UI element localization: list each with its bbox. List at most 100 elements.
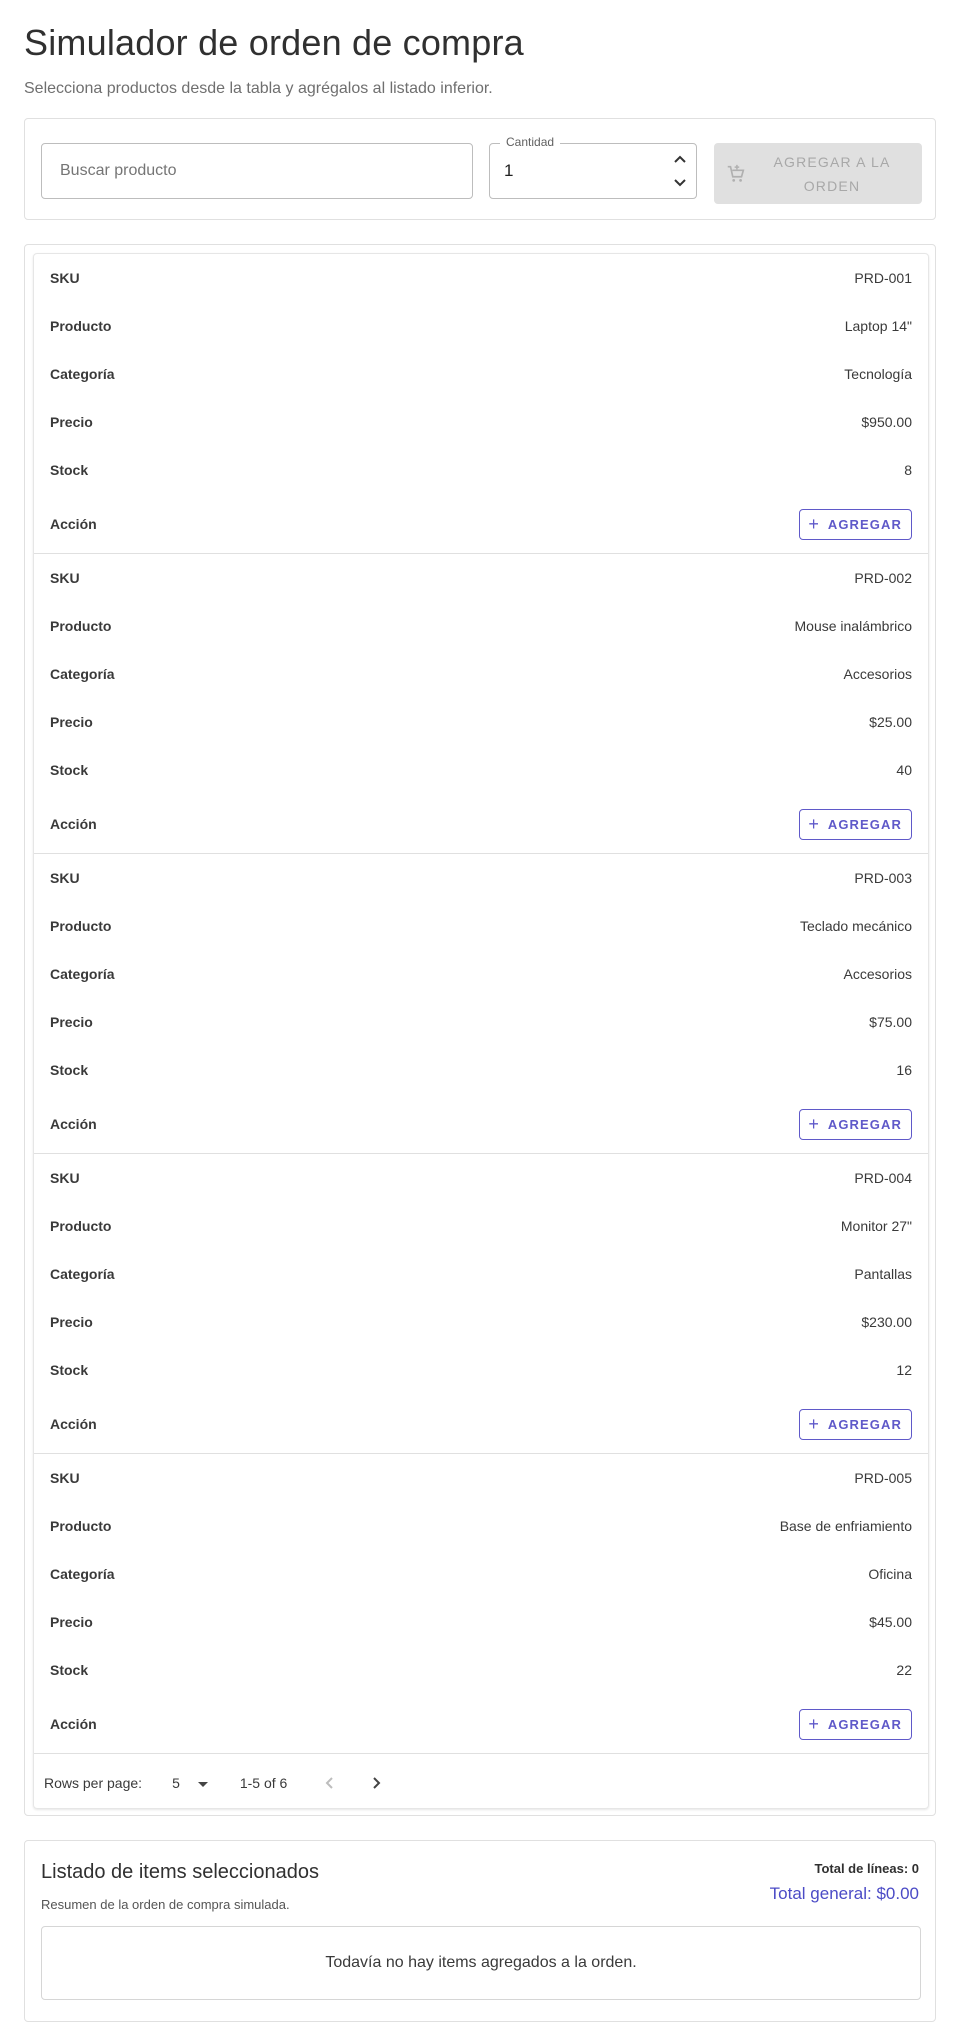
field-label-accion: Acción [50, 1416, 97, 1432]
field-label-sku: SKU [50, 870, 80, 886]
field-label-producto: Producto [50, 1218, 112, 1234]
field-label-accion: Acción [50, 816, 97, 832]
field-value-stock: 22 [896, 1662, 912, 1678]
field-row-sku: SKU PRD-003 [34, 854, 928, 902]
field-value-producto: Mouse inalámbrico [794, 618, 913, 634]
add-product-button[interactable]: + AGREGAR [799, 1408, 912, 1440]
field-value-sku: PRD-004 [854, 1170, 912, 1186]
field-row-sku: SKU PRD-005 [34, 1454, 928, 1502]
page-title: Simulador de orden de compra [24, 22, 524, 63]
quantity-field[interactable]: Cantidad 1 [489, 135, 697, 199]
add-product-button[interactable]: + AGREGAR [799, 1108, 912, 1140]
field-label-stock: Stock [50, 1062, 89, 1078]
add-to-order-button[interactable]: AGREGAR A LA ORDEN [714, 143, 922, 204]
chevron-up-icon[interactable] [670, 150, 690, 168]
plus-icon: + [808, 1714, 819, 1734]
page-subtitle: Selecciona productos desde la tabla y ag… [24, 80, 493, 97]
add-product-button[interactable]: + AGREGAR [799, 808, 912, 840]
field-row-precio: Precio $45.00 [34, 1598, 928, 1646]
field-value-precio: $950.00 [861, 414, 912, 430]
field-row-stock: Stock 22 [34, 1646, 928, 1694]
field-label-stock: Stock [50, 462, 89, 478]
field-label-stock: Stock [50, 1362, 89, 1378]
field-value-sku: PRD-003 [854, 870, 912, 886]
field-label-accion: Acción [50, 516, 97, 532]
field-label-precio: Precio [50, 1014, 93, 1030]
field-row-sku: SKU PRD-002 [34, 554, 928, 602]
field-row-producto: Producto Monitor 27" [34, 1202, 928, 1250]
add-product-button[interactable]: + AGREGAR [799, 508, 912, 540]
search-field [41, 143, 473, 199]
field-label-categoria: Categoría [50, 666, 115, 682]
field-row-stock: Stock 40 [34, 746, 928, 794]
field-value-stock: 40 [896, 762, 912, 778]
field-row-accion: Acción + AGREGAR [34, 1094, 928, 1154]
field-value-categoria: Pantallas [854, 1266, 912, 1282]
pagination: Rows per page: 5 1-5 of 6 [34, 1758, 928, 1808]
field-row-producto: Producto Laptop 14" [34, 302, 928, 350]
field-row-categoria: Categoría Tecnología [34, 350, 928, 398]
search-input[interactable] [42, 144, 472, 198]
field-row-accion: Acción + AGREGAR [34, 794, 928, 854]
field-row-accion: Acción + AGREGAR [34, 1394, 928, 1454]
field-row-stock: Stock 8 [34, 446, 928, 494]
field-row-categoria: Categoría Pantallas [34, 1250, 928, 1298]
products-table: Rows per page: 5 1-5 of 6 SKU PRD-001 Prod… [33, 253, 929, 1809]
field-label-categoria: Categoría [50, 366, 115, 382]
field-label-producto: Producto [50, 318, 112, 334]
field-value-precio: $45.00 [869, 1614, 912, 1630]
field-row-precio: Precio $230.00 [34, 1298, 928, 1346]
plus-icon: + [808, 1114, 819, 1134]
chevron-down-icon[interactable] [670, 174, 690, 192]
field-label-producto: Producto [50, 918, 112, 934]
page: Simulador de orden de compra Selecciona … [0, 0, 960, 2037]
field-row-sku: SKU PRD-001 [34, 254, 928, 302]
products-card: Rows per page: 5 1-5 of 6 SKU PRD-001 Prod… [24, 244, 936, 1816]
field-value-categoria: Accesorios [843, 966, 912, 982]
add-product-label: AGREGAR [827, 1116, 902, 1132]
rows-per-page-value: 5 [172, 1775, 180, 1791]
field-value-sku: PRD-005 [854, 1470, 912, 1486]
product-row: SKU PRD-002 Producto Mouse inalámbrico Categ… [34, 554, 928, 854]
rows-per-page-label: Rows per page: [44, 1775, 143, 1791]
product-row: SKU PRD-004 Producto Monitor 27" Categoría Pa… [34, 1154, 928, 1454]
field-label-sku: SKU [50, 1170, 80, 1186]
field-row-producto: Producto Base de enfriamiento [34, 1502, 928, 1550]
field-label-precio: Precio [50, 714, 93, 730]
field-label-precio: Precio [50, 1614, 93, 1630]
field-row-accion: Acción + AGREGAR [34, 494, 928, 554]
field-label-sku: SKU [50, 270, 80, 286]
add-shopping-cart-icon [724, 162, 748, 186]
field-value-sku: PRD-001 [854, 270, 912, 286]
chevron-right-icon[interactable] [363, 1769, 391, 1797]
add-product-button[interactable]: + AGREGAR [799, 1708, 912, 1740]
rows-per-page-select[interactable]: 5 [172, 1775, 208, 1791]
field-label-producto: Producto [50, 618, 112, 634]
field-row-precio: Precio $25.00 [34, 698, 928, 746]
chevron-left-icon[interactable] [315, 1769, 343, 1797]
field-row-stock: Stock 12 [34, 1346, 928, 1394]
field-value-stock: 12 [896, 1362, 912, 1378]
field-row-accion: Acción + AGREGAR [34, 1694, 928, 1754]
field-row-precio: Precio $950.00 [34, 398, 928, 446]
add-to-order-label: AGREGAR A LA ORDEN [773, 153, 891, 194]
field-label-categoria: Categoría [50, 1266, 115, 1282]
toolbar-card: Cantidad 1 AGREGAR A LA ORDEN [24, 118, 936, 220]
field-label-categoria: Categoría [50, 966, 115, 982]
field-row-producto: Producto Teclado mecánico [34, 902, 928, 950]
field-label-stock: Stock [50, 762, 89, 778]
field-label-sku: SKU [50, 570, 80, 586]
product-row: SKU PRD-005 Producto Base de enfriamiento Ca… [34, 1454, 928, 1754]
field-row-categoria: Categoría Accesorios [34, 650, 928, 698]
empty-order-message: Todavía no hay items agregados a la orde… [41, 1926, 921, 2000]
quantity-value[interactable]: 1 [504, 161, 513, 181]
field-label-sku: SKU [50, 1470, 80, 1486]
field-row-categoria: Categoría Oficina [34, 1550, 928, 1598]
field-row-precio: Precio $75.00 [34, 998, 928, 1046]
field-label-precio: Precio [50, 1314, 93, 1330]
pagination-range: 1-5 of 6 [239, 1775, 288, 1791]
field-row-sku: SKU PRD-004 [34, 1154, 928, 1202]
field-label-precio: Precio [50, 414, 93, 430]
field-value-stock: 8 [904, 462, 912, 478]
field-value-producto: Teclado mecánico [799, 918, 912, 934]
